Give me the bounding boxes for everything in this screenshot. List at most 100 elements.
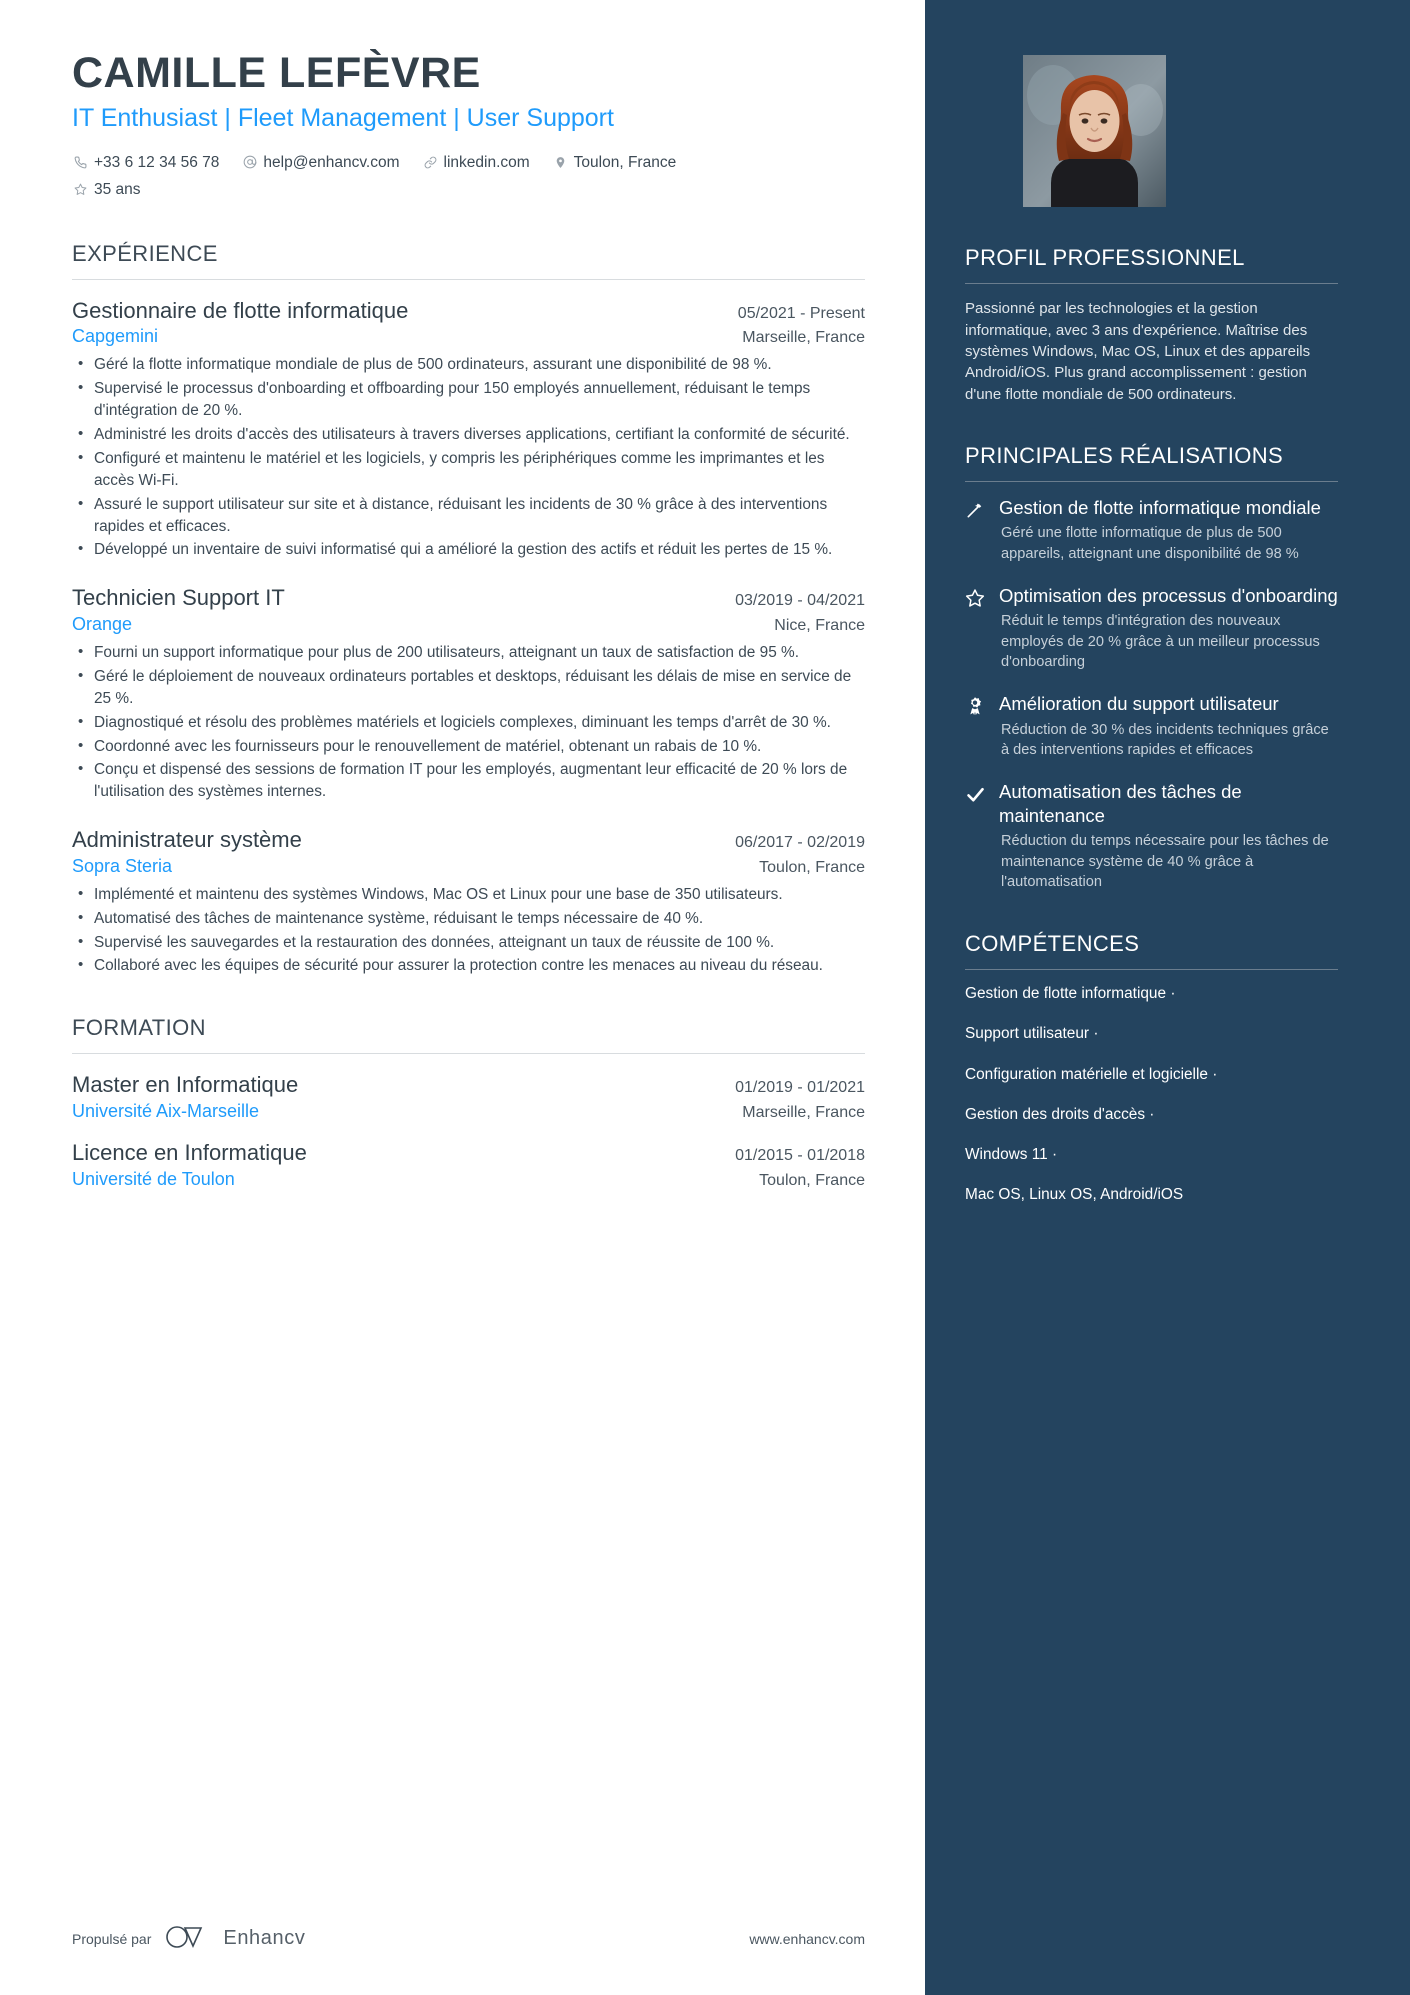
achievement-title: Automatisation des tâches de maintenance [999, 781, 1242, 827]
school-name[interactable]: Université Aix-Marseille [72, 1101, 259, 1122]
achievements-heading: PRINCIPALES RÉALISATIONS [965, 442, 1284, 468]
education-heading: FORMATION [72, 1015, 206, 1041]
job-title: Administrateur système [72, 827, 302, 853]
list-item: Assuré le support utilisateur sur site e… [72, 493, 865, 538]
professional-headline: IT Enthusiast | Fleet Management | User … [72, 104, 614, 133]
contact-age: 35 ans [72, 176, 141, 203]
job-location: Nice, France [774, 617, 865, 635]
achievement-description: Réduction du temps nécessaire pour les t… [1001, 833, 1329, 891]
achievement-body: Optimisation des processus d'onboarding … [999, 584, 1338, 672]
contact-location-text: Toulon, France [573, 153, 677, 171]
section-divider [72, 1053, 865, 1055]
contact-row-secondary: 35 ans [72, 176, 865, 203]
job-dates: 03/2019 - 04/2021 [735, 592, 865, 610]
contact-email[interactable]: help@enhancv.com [241, 149, 400, 176]
skill-item: Gestion de flotte informatique · [965, 985, 1176, 1003]
link-icon [422, 156, 439, 169]
experience-entry: Gestionnaire de flotte informatique 05/2… [72, 296, 865, 562]
experience-section: EXPÉRIENCE Gestionnaire de flotte inform… [72, 241, 865, 978]
check-icon [965, 780, 999, 892]
skill-item: Mac OS, Linux OS, Android/iOS [965, 1186, 1184, 1204]
sidebar: PROFIL PROFESSIONNEL Passionné par les t… [925, 0, 1410, 1995]
profile-heading: PROFIL PROFESSIONNEL [965, 245, 1245, 270]
list-item: Collaboré avec les équipes de sécurité p… [72, 954, 865, 977]
entry-subheader: Capgemini Marseille, France [72, 326, 865, 347]
experience-entry: Technicien Support IT 03/2019 - 04/2021 … [72, 583, 865, 803]
list-item: Automatisé des tâches de maintenance sys… [72, 907, 865, 930]
contact-phone[interactable]: +33 6 12 34 56 78 [72, 149, 219, 176]
main-column: CAMILLE LEFÈVRE IT Enthusiast | Fleet Ma… [0, 0, 925, 1995]
job-title: Technicien Support IT [72, 585, 285, 611]
star-icon [72, 183, 89, 196]
entry-header: Licence en Informatique 01/2015 - 01/201… [72, 1138, 865, 1168]
list-item: Coordonné avec les fournisseurs pour le … [72, 735, 865, 758]
education-entry: Licence en Informatique 01/2015 - 01/201… [72, 1138, 865, 1190]
company-name[interactable]: Orange [72, 614, 132, 635]
entry-subheader: Sopra Steria Toulon, France [72, 856, 865, 877]
entry-header: Gestionnaire de flotte informatique 05/2… [72, 296, 865, 326]
list-item: Conçu et dispensé des sessions de format… [72, 758, 865, 803]
degree-dates: 01/2015 - 01/2018 [735, 1147, 865, 1165]
contact-row-primary: +33 6 12 34 56 78 help@enhancv.com linke… [72, 149, 865, 176]
contact-location: Toulon, France [552, 149, 677, 176]
entry-header: Master en Informatique 01/2019 - 01/2021 [72, 1070, 865, 1100]
list-item: Fourni un support informatique pour plus… [72, 641, 865, 664]
contact-age-text: 35 ans [94, 180, 141, 198]
entry-header: Technicien Support IT 03/2019 - 04/2021 [72, 583, 865, 613]
star-outline-icon [965, 584, 999, 672]
achievements-section: PRINCIPALES RÉALISATIONS Gestion de flot… [965, 443, 1338, 893]
award-medal-icon [965, 692, 999, 760]
job-bullets: Fourni un support informatique pour plus… [72, 641, 865, 803]
list-item: Configuré et maintenu le matériel et les… [72, 447, 865, 492]
education-entry: Master en Informatique 01/2019 - 01/2021… [72, 1070, 865, 1122]
skill-item: Configuration matérielle et logicielle · [965, 1065, 1218, 1083]
contact-email-text: help@enhancv.com [263, 153, 400, 171]
email-icon [241, 155, 258, 169]
entry-header: Administrateur système 06/2017 - 02/2019 [72, 825, 865, 855]
job-dates: 06/2017 - 02/2019 [735, 834, 865, 852]
degree-title: Licence en Informatique [72, 1140, 307, 1166]
company-name[interactable]: Capgemini [72, 326, 158, 347]
achievement-body: Automatisation des tâches de maintenance… [999, 780, 1338, 892]
sidebar-divider [965, 481, 1338, 483]
portrait-photo [1023, 55, 1166, 207]
achievement-item: Automatisation des tâches de maintenance… [965, 780, 1338, 892]
job-title: Gestionnaire de flotte informatique [72, 297, 409, 323]
achievement-item: Amélioration du support utilisateur Rédu… [965, 692, 1338, 760]
brand-name: Enhancv [223, 1927, 306, 1949]
achievement-item: Optimisation des processus d'onboarding … [965, 584, 1338, 672]
achievement-body: Gestion de flotte informatique mondiale … [999, 496, 1338, 564]
skill-item: Support utilisateur · [965, 1025, 1099, 1043]
contact-linkedin[interactable]: linkedin.com [422, 149, 530, 176]
job-location: Toulon, France [759, 858, 865, 876]
school-name[interactable]: Université de Toulon [72, 1169, 235, 1190]
experience-heading: EXPÉRIENCE [72, 240, 218, 266]
sidebar-divider [965, 283, 1338, 285]
sidebar-divider [965, 969, 1338, 971]
footer-website[interactable]: www.enhancv.com [749, 1931, 865, 1947]
list-item: Supervisé les sauvegardes et la restaura… [72, 931, 865, 954]
location-pin-icon [552, 156, 569, 169]
list-item: Géré le déploiement de nouveaux ordinate… [72, 665, 865, 710]
resume-page: CAMILLE LEFÈVRE IT Enthusiast | Fleet Ma… [0, 0, 1410, 1995]
achievement-description: Réduit le temps d'intégration des nouvea… [1001, 613, 1320, 671]
entry-subheader: Orange Nice, France [72, 614, 865, 635]
job-bullets: Implémenté et maintenu des systèmes Wind… [72, 883, 865, 978]
achievement-title: Amélioration du support utilisateur [999, 693, 1279, 715]
profile-section: PROFIL PROFESSIONNEL Passionné par les t… [965, 245, 1338, 405]
job-location: Marseille, France [742, 329, 865, 347]
achievement-title: Gestion de flotte informatique mondiale [999, 497, 1321, 519]
achievement-item: Gestion de flotte informatique mondiale … [965, 496, 1338, 564]
degree-title: Master en Informatique [72, 1072, 299, 1098]
list-item: Administré les droits d'accès des utilis… [72, 423, 865, 446]
company-name[interactable]: Sopra Steria [72, 856, 172, 877]
skill-item: Windows 11 · [965, 1146, 1058, 1164]
page-footer: Propulsé par Enhancv www.enhancv.com [72, 1924, 865, 1953]
entry-subheader: Université Aix-Marseille Marseille, Fran… [72, 1101, 865, 1122]
enhancv-logo-icon [163, 1924, 211, 1953]
contact-linkedin-text: linkedin.com [443, 153, 530, 171]
skill-item: Gestion des droits d'accès · [965, 1105, 1155, 1123]
achievement-description: Réduction de 30 % des incidents techniqu… [1001, 721, 1329, 758]
degree-dates: 01/2019 - 01/2021 [735, 1079, 865, 1097]
list-item: Géré la flotte informatique mondiale de … [72, 353, 865, 376]
